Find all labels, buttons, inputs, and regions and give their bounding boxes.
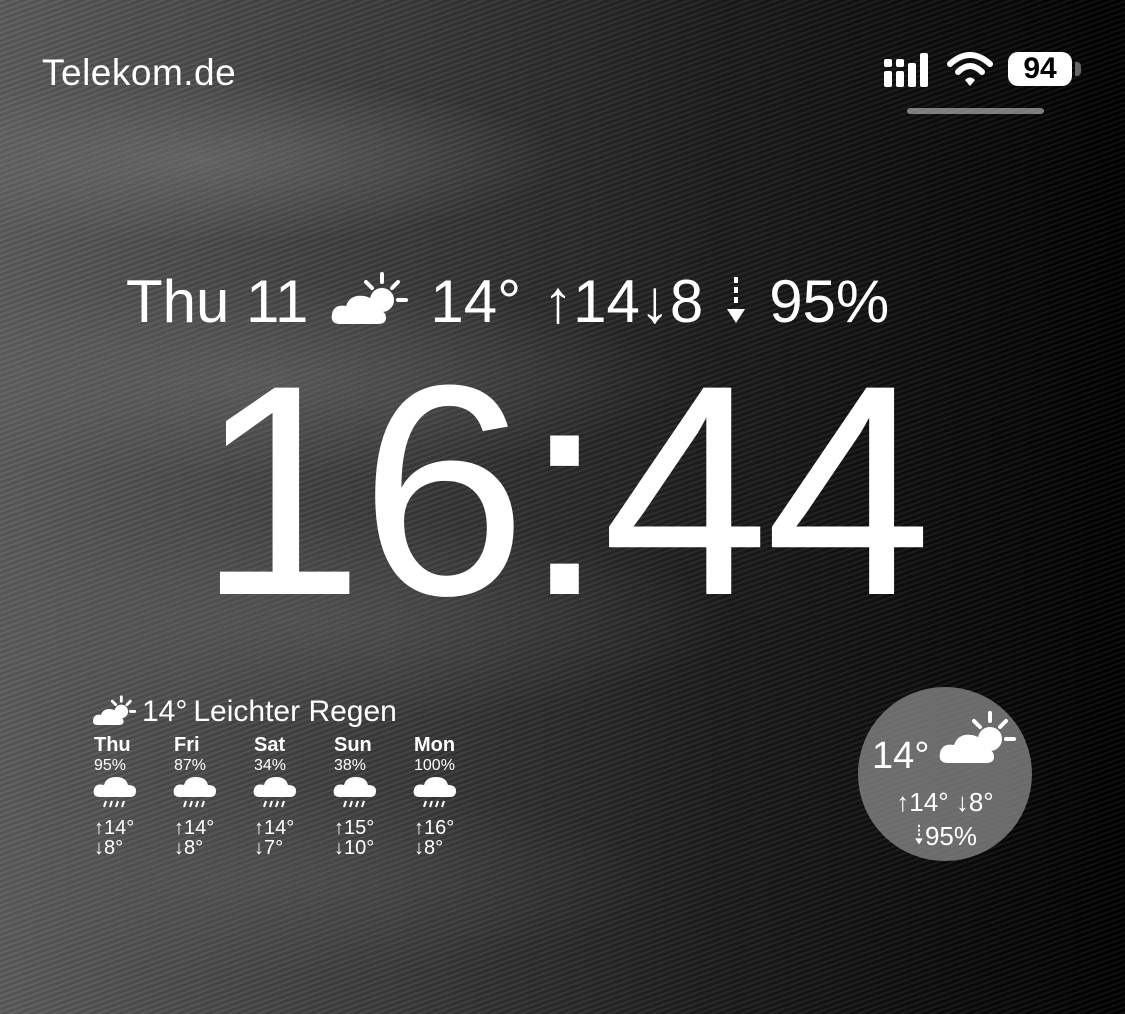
day-low: ↓8° xyxy=(94,837,124,859)
forecast-day: Sat 34% ↑14° ↓7° xyxy=(252,734,332,858)
day-low: ↓8° xyxy=(174,837,204,859)
day-name: Mon xyxy=(414,734,456,756)
day-high: ↑15° xyxy=(334,817,375,839)
day-low: ↓10° xyxy=(334,837,375,859)
forecast-widget[interactable]: 14° Leichter Regen Thu 95% ↑14° ↓8° Fri … xyxy=(92,694,492,864)
status-bar: Telekom.de 94 xyxy=(0,0,1125,114)
circle-precip-value: 95% xyxy=(924,821,978,851)
day-precip: 95% xyxy=(94,757,127,774)
carrier-label: Telekom.de xyxy=(42,52,237,93)
day-high: ↑16° xyxy=(414,817,455,839)
lock-screen-clock: 16:44 xyxy=(197,322,932,658)
circle-temp: 14° xyxy=(872,735,930,777)
rain-cloud-icon xyxy=(333,777,376,808)
forecast-day: Thu 95% ↑14° ↓8° xyxy=(92,734,172,858)
circular-weather-widget[interactable]: 14° ↑14° ↓8° 95% xyxy=(858,687,1032,861)
partly-cloudy-icon xyxy=(939,711,1016,763)
battery-icon: 94 xyxy=(1008,52,1072,86)
day-low: ↓8° xyxy=(414,837,444,859)
forecast-condition: Leichter Regen xyxy=(193,695,397,728)
day-high: ↑14° xyxy=(174,817,215,839)
forecast-day: Fri 87% ↑14° ↓8° xyxy=(172,734,252,858)
circle-high-low: ↑14° ↓8° xyxy=(896,787,994,817)
forecast-days: Thu 95% ↑14° ↓8° Fri 87% ↑14° ↓8° Sat 34… xyxy=(92,734,492,858)
day-name: Fri xyxy=(174,734,200,756)
forecast-current-temp: 14° xyxy=(142,695,188,728)
cellular-signal-icon xyxy=(884,53,928,87)
day-name: Thu xyxy=(94,734,131,756)
rain-cloud-icon xyxy=(173,777,216,808)
day-precip: 34% xyxy=(254,757,287,774)
precipitation-icon xyxy=(915,824,923,845)
rain-cloud-icon xyxy=(253,777,296,808)
rain-cloud-icon xyxy=(413,777,456,808)
forecast-day: Mon 100% ↑16° ↓8° xyxy=(412,734,492,858)
forecast-day: Sun 38% ↑15° ↓10° xyxy=(332,734,412,858)
day-name: Sat xyxy=(254,734,286,756)
wifi-icon xyxy=(947,52,993,86)
day-precip: 100% xyxy=(414,757,455,774)
rain-cloud-icon xyxy=(93,777,136,808)
battery-level: 94 xyxy=(1023,52,1057,85)
day-low: ↓7° xyxy=(254,837,284,859)
day-precip: 87% xyxy=(174,757,207,774)
circle-precip: 95% xyxy=(858,821,1032,852)
battery-tip xyxy=(1075,62,1081,76)
day-precip: 38% xyxy=(334,757,367,774)
day-high: ↑14° xyxy=(94,817,135,839)
precipitation-icon xyxy=(727,277,746,323)
day-high: ↑14° xyxy=(254,817,295,839)
forecast-header: 14° Leichter Regen xyxy=(92,694,492,730)
partly-cloudy-icon xyxy=(92,695,136,725)
day-name: Sun xyxy=(334,734,372,756)
notification-bar[interactable] xyxy=(907,108,1044,114)
